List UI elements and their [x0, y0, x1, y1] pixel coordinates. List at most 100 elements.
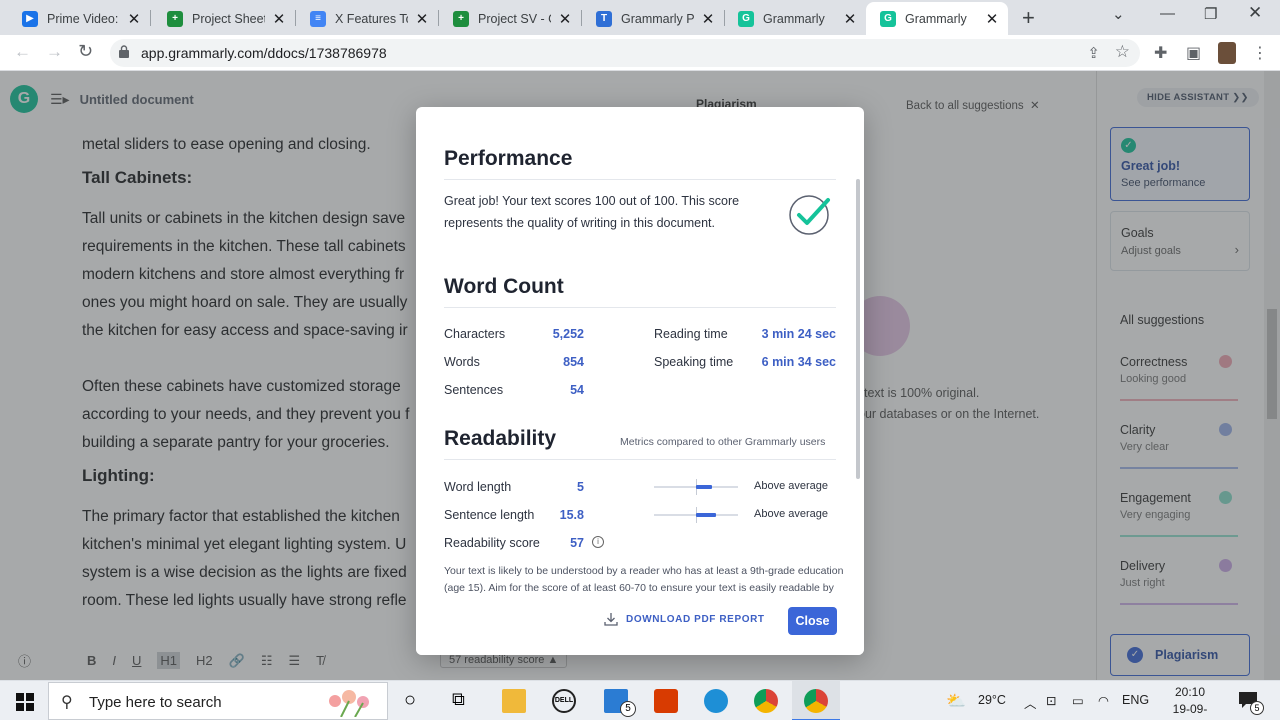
office-icon[interactable]	[654, 689, 678, 713]
download-icon	[604, 613, 618, 626]
back-arrow-icon[interactable]: ←	[14, 42, 31, 62]
language-indicator[interactable]: ENG	[1122, 693, 1149, 707]
speaking-time-label: Speaking time	[654, 355, 734, 369]
forward-arrow-icon[interactable]: →	[46, 42, 63, 62]
dell-icon[interactable]: DELL	[552, 689, 576, 713]
url-text: app.grammarly.com/ddocs/1738786978	[141, 45, 387, 61]
chrome-icon[interactable]	[754, 689, 778, 713]
close-tab-icon[interactable]: ✕	[842, 10, 858, 28]
new-tab-button[interactable]: +	[1022, 5, 1035, 31]
tray-chevron-icon[interactable]: ︿	[1024, 693, 1037, 712]
close-button[interactable]: Close	[788, 607, 837, 635]
modal-content: Performance Great job! Your text scores …	[416, 107, 864, 599]
close-window-icon[interactable]: ✕	[1248, 3, 1262, 23]
wifi-icon[interactable]: ◠	[1098, 693, 1109, 708]
chrome-menu-icon[interactable]: ⋮	[1252, 43, 1268, 63]
sheets-icon: +	[453, 10, 469, 27]
windows-start-icon[interactable]	[16, 693, 34, 711]
close-tab-icon[interactable]: ✕	[126, 10, 142, 28]
readability-score-value: 57	[570, 536, 584, 550]
words-value: 854	[563, 355, 584, 369]
network-settings-icon[interactable]: ⊡	[1046, 693, 1056, 708]
tab-separator	[150, 10, 151, 26]
reading-time-label: Reading time	[654, 327, 728, 341]
modal-scrollbar[interactable]	[856, 179, 860, 479]
tab-title: Grammarly	[905, 11, 967, 26]
chrome-profile-icon	[804, 689, 828, 713]
address-bar[interactable]: app.grammarly.com/ddocs/1738786978 ⇪ ☆	[110, 39, 1140, 67]
grammarly-doc-icon: T	[596, 10, 612, 27]
speaking-time-value: 6 min 34 sec	[761, 355, 836, 369]
prime-video-icon: ▶	[22, 10, 38, 27]
metrics-note: Metrics compared to other Grammarly user…	[620, 436, 826, 448]
close-tab-icon[interactable]: ✕	[700, 10, 716, 28]
browser-tab[interactable]: + Project SV - Go ✕	[439, 2, 581, 35]
active-chrome-task[interactable]	[792, 681, 840, 720]
modal-footer: DOWNLOAD PDF REPORT Close	[416, 599, 864, 655]
sentences-label: Sentences	[444, 383, 504, 397]
tab-title: Project SV - Go	[478, 11, 551, 26]
reload-icon[interactable]: ↻	[78, 41, 93, 62]
performance-check-icon	[789, 195, 830, 235]
browser-toolbar: ← → ↻ app.grammarly.com/ddocs/1738786978…	[0, 35, 1280, 71]
weather-icon[interactable]: ⛅	[946, 691, 966, 711]
tab-title: X Features To I	[335, 11, 408, 26]
restore-icon[interactable]: ❐	[1204, 5, 1217, 23]
tab-title: Grammarly	[763, 11, 825, 26]
cortana-icon[interactable]: ○	[404, 689, 428, 713]
download-pdf-button[interactable]: DOWNLOAD PDF REPORT	[604, 612, 765, 626]
close-tab-icon[interactable]: ✕	[271, 10, 287, 28]
browser-tab[interactable]: G Grammarly ✕	[724, 2, 866, 35]
tab-title: Project Sheet F	[192, 11, 265, 26]
browser-tab[interactable]: ≡ X Features To I ✕	[296, 2, 438, 35]
side-panel-icon[interactable]: ▣	[1186, 43, 1201, 63]
extensions-icon[interactable]: ✚	[1154, 43, 1167, 63]
battery-icon[interactable]: ▭	[1072, 693, 1084, 708]
divider	[444, 307, 836, 308]
temperature[interactable]: 29°C	[978, 693, 1006, 707]
bookmark-star-icon[interactable]: ☆	[1115, 42, 1130, 62]
browser-tab-bar: ▶ Prime Video: G ✕ + Project Sheet F ✕ ≡ X Feat…	[0, 0, 1280, 35]
edge-icon[interactable]	[704, 689, 728, 713]
task-view-icon[interactable]: ⧉	[452, 689, 476, 713]
profile-avatar[interactable]	[1218, 42, 1236, 64]
flower-illustration-icon	[329, 690, 369, 717]
sentence-length-compare: Above average	[754, 508, 828, 520]
browser-tab[interactable]: + Project Sheet F ✕	[153, 2, 295, 35]
browser-tab[interactable]: ▶ Prime Video: G ✕	[8, 2, 150, 35]
tab-title: Grammarly Pre	[621, 11, 694, 26]
close-tab-icon[interactable]: ✕	[414, 10, 430, 28]
browser-tab[interactable]: G Grammarly ✕	[866, 2, 1008, 35]
search-icon: ⚲	[61, 694, 73, 711]
docs-icon: ≡	[310, 10, 326, 27]
reading-time-value: 3 min 24 sec	[761, 327, 836, 341]
info-icon[interactable]: i	[592, 536, 604, 548]
taskbar-clock[interactable]: 20:10 19-09-2022	[1162, 684, 1218, 720]
close-tab-icon[interactable]: ✕	[984, 10, 1000, 28]
sentences-value: 54	[570, 383, 584, 397]
word-length-label: Word length	[444, 480, 512, 494]
grammarly-icon: G	[880, 10, 896, 27]
taskbar-search-box[interactable]: ⚲ Type here to search	[48, 682, 388, 720]
divider	[444, 179, 836, 180]
divider	[444, 459, 836, 460]
browser-tab[interactable]: T Grammarly Pre ✕	[582, 2, 724, 35]
file-explorer-icon[interactable]	[502, 689, 526, 713]
taskbar-search-placeholder: Type here to search	[89, 694, 222, 711]
sentence-length-label: Sentence length	[444, 508, 535, 522]
word-length-value: 5	[577, 480, 584, 494]
sentence-length-value: 15.8	[559, 508, 584, 522]
sheets-icon: +	[167, 10, 183, 27]
characters-label: Characters	[444, 327, 506, 341]
minimize-icon[interactable]: —	[1160, 5, 1175, 22]
performance-title: Performance	[444, 147, 573, 170]
readability-title: Readability	[444, 427, 557, 450]
performance-text: Great job! Your text scores 100 out of 1…	[444, 194, 740, 230]
share-icon[interactable]: ⇪	[1087, 44, 1100, 62]
characters-value: 5,252	[552, 327, 584, 341]
lock-icon	[119, 45, 129, 58]
clock-time: 20:10	[1174, 685, 1206, 699]
close-tab-icon[interactable]: ✕	[557, 10, 573, 28]
tab-search-icon[interactable]: ⌄	[1112, 5, 1125, 23]
windows-taskbar: ⚲ Type here to search ○ ⧉ DELL 5 ⛅ 29°C …	[0, 680, 1280, 720]
